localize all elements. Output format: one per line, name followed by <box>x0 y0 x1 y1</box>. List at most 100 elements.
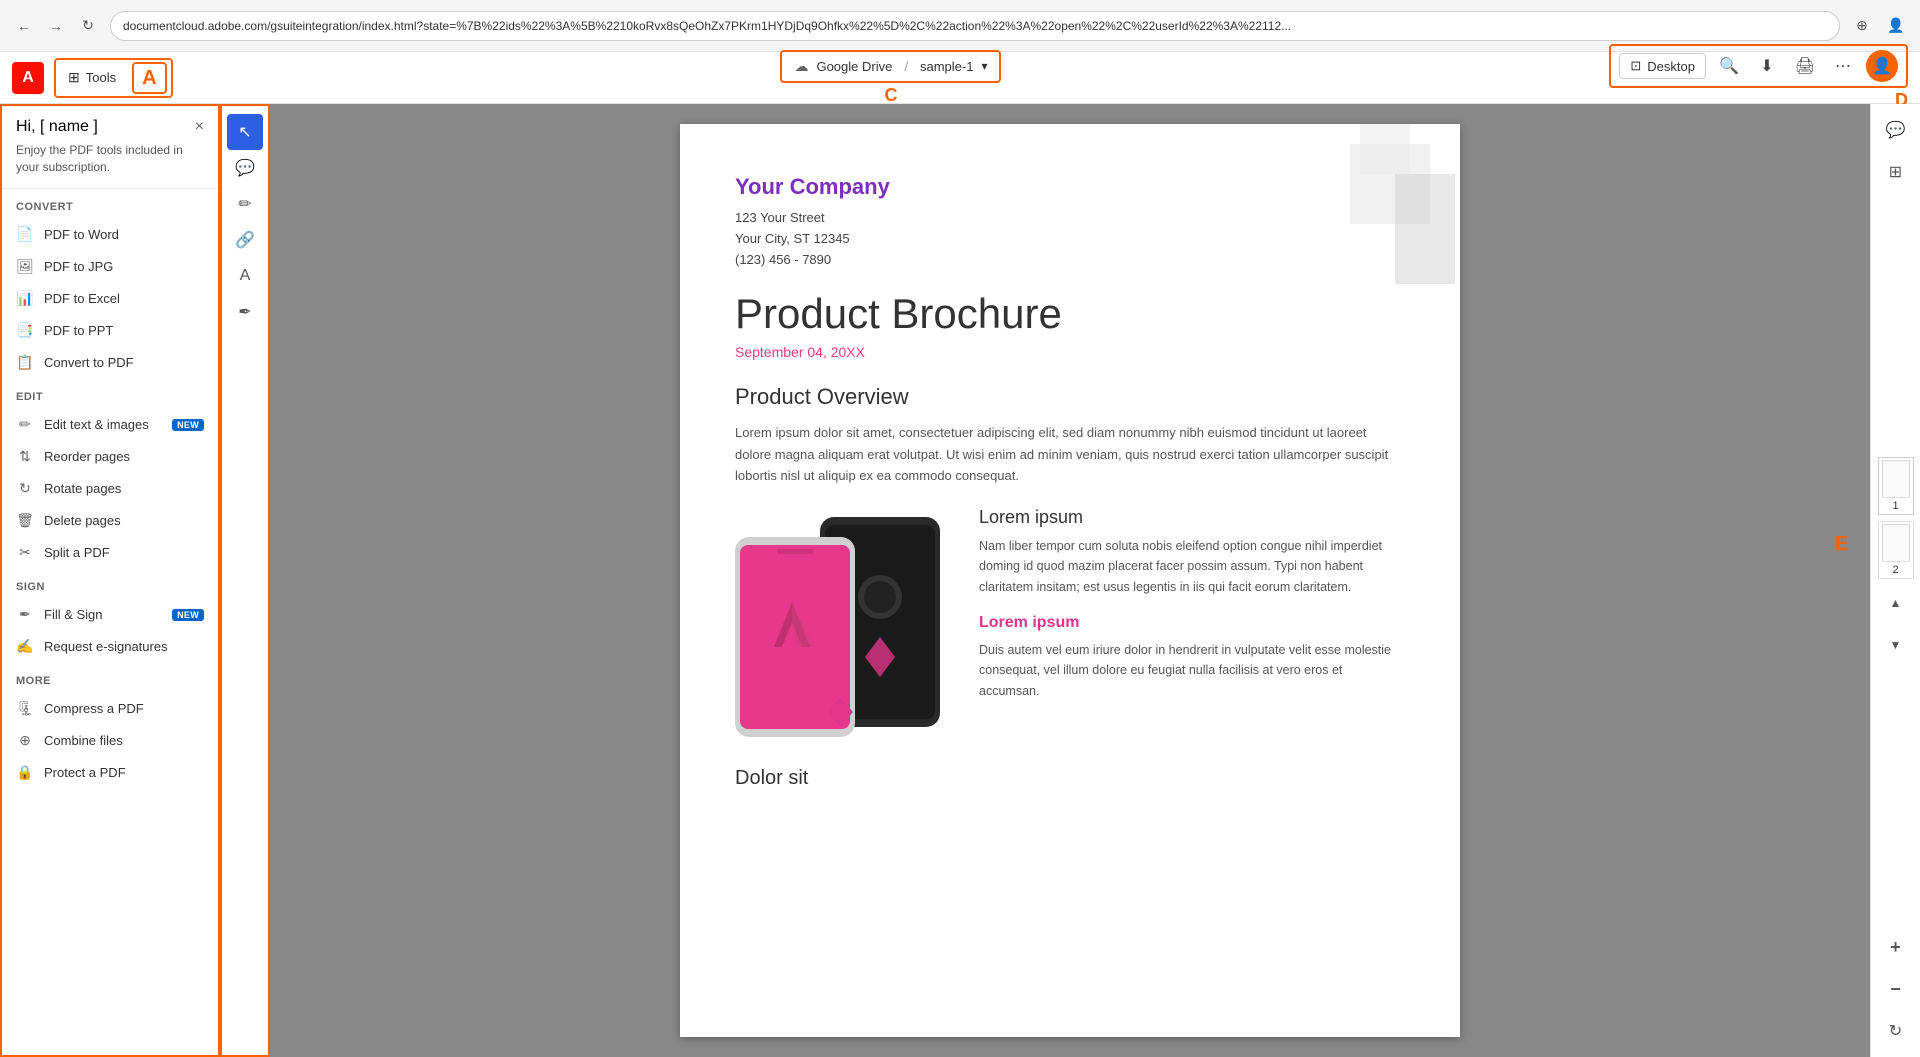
sidebar-item-request-esignatures[interactable]: ✍Request e-signatures <box>2 631 218 663</box>
sidebar-item-reorder-pages[interactable]: ⇅ Reorder pages <box>2 441 218 473</box>
page2-num: 2 <box>1892 564 1898 576</box>
edit-text-images-badge: NEW <box>172 419 204 431</box>
adobe-toolbar: A ⊞ Tools A ☁ Google Drive / sample-1 ▾ … <box>0 52 1920 104</box>
sign-section-label: SIGN <box>2 569 218 599</box>
convert-items: 📄 PDF to Word 🖼PDF to JPG📊PDF to Excel📑PDF… <box>2 219 218 379</box>
sidebar-item-fill-sign[interactable]: ✒Fill & SignNEW <box>2 599 218 631</box>
sidebar-header: Hi, [ name ] × <box>2 106 218 142</box>
drive-label: Google Drive <box>816 59 892 74</box>
annotation-c-label: C <box>884 85 897 106</box>
convert-to-pdf-icon: 📋 <box>16 354 34 372</box>
protect-pdf-label: Protect a PDF <box>44 765 204 780</box>
tool-draw-button[interactable]: ✏ <box>227 186 263 222</box>
comment-panel-button[interactable]: 💬 <box>1878 112 1914 148</box>
pdf-to-jpg-icon: 🖼 <box>16 258 34 276</box>
cloud-icon: ☁ <box>794 58 808 75</box>
profile-button[interactable]: 👤 <box>1882 12 1910 40</box>
desktop-button[interactable]: ⊡ Desktop <box>1619 53 1706 79</box>
back-button[interactable]: ← <box>10 12 38 40</box>
breadcrumb-separator: / <box>904 59 908 74</box>
desktop-icon: ⊡ <box>1630 58 1641 74</box>
pdf-area[interactable]: Your Company 123 Your Street Your City, … <box>270 104 1870 1057</box>
refresh-button[interactable]: ↻ <box>74 12 102 40</box>
tool-text-select-button[interactable]: A <box>227 258 263 294</box>
more-button[interactable]: ⋯ <box>1828 51 1858 81</box>
pdf-to-word-icon: 📄 <box>16 226 34 244</box>
text-col: Lorem ipsum Nam liber tempor cum soluta … <box>979 507 1405 747</box>
request-esignatures-icon: ✍ <box>16 638 34 656</box>
two-col-section: Lorem ipsum Nam liber tempor cum soluta … <box>735 507 1405 747</box>
tool-buttons: ↖💬✏🔗A✒ <box>227 114 263 330</box>
sidebar-item-pdf-to-word[interactable]: 📄 PDF to Word <box>2 219 218 251</box>
print-button[interactable]: 🖨 <box>1790 51 1820 81</box>
split-pdf-label: Split a PDF <box>44 545 204 560</box>
tool-signature-button[interactable]: ✒ <box>227 294 263 330</box>
fill-sign-icon: ✒ <box>16 606 34 624</box>
split-pdf-icon: ✂ <box>16 544 34 562</box>
sidebar-item-rotate-pages[interactable]: ↻Rotate pages <box>2 473 218 505</box>
filename-chevron: ▾ <box>981 59 987 73</box>
zoom-out-button[interactable]: − <box>1878 971 1914 1007</box>
pdf-to-word-label: PDF to Word <box>44 227 204 242</box>
convert-section-label: CONVERT <box>2 189 218 219</box>
combine-files-icon: ⊕ <box>16 732 34 750</box>
doc-selector[interactable]: ☁ Google Drive / sample-1 ▾ <box>780 50 1001 83</box>
page-1-thumb[interactable]: 1 <box>1878 457 1914 515</box>
lorem-title: Lorem ipsum <box>979 507 1405 528</box>
edit-items: ✏Edit text & imagesNEW⇅Reorder pages↻Rot… <box>2 409 218 569</box>
browser-actions: ⊕ 👤 <box>1848 12 1910 40</box>
sidebar-item-pdf-to-excel[interactable]: 📊PDF to Excel <box>2 283 218 315</box>
tools-label: Tools <box>86 70 116 85</box>
brochure-title: Product Brochure <box>735 290 1405 338</box>
sidebar-item-split-pdf[interactable]: ✂ Split a PDF <box>2 537 218 569</box>
tools-tab[interactable]: ⊞ Tools <box>60 65 124 90</box>
phone-image-col <box>735 507 955 747</box>
rotate-pages-label: Rotate pages <box>44 481 204 496</box>
main-layout: Hi, [ name ] × Enjoy the PDF tools inclu… <box>0 104 1920 1057</box>
phone-container <box>735 507 955 747</box>
edit-text-images-label: Edit text & images <box>44 417 162 432</box>
extensions-button[interactable]: ⊕ <box>1848 12 1876 40</box>
delete-pages-icon: 🗑 <box>16 512 34 530</box>
sidebar-item-combine-files[interactable]: ⊕Combine files <box>2 725 218 757</box>
fill-sign-label: Fill & Sign <box>44 607 162 622</box>
sidebar-item-delete-pages[interactable]: 🗑Delete pages <box>2 505 218 537</box>
user-name: [ name ] <box>40 118 98 135</box>
sidebar-greeting-text: Hi, [ name ] <box>16 118 98 136</box>
left-sidebar: Hi, [ name ] × Enjoy the PDF tools inclu… <box>0 104 220 1057</box>
sidebar-item-compress-pdf[interactable]: 🗜Compress a PDF <box>2 693 218 725</box>
pdf-to-ppt-label: PDF to PPT <box>44 323 204 338</box>
sidebar-item-protect-pdf[interactable]: 🔒Protect a PDF <box>2 757 218 789</box>
pdf-page: Your Company 123 Your Street Your City, … <box>680 124 1460 1037</box>
scroll-down-button[interactable]: ▼ <box>1878 627 1914 663</box>
right-panel: 💬 ⊞ 1 2 ▲ ▼ + − ↻ E <box>1870 104 1920 1057</box>
brochure-date: September 04, 20XX <box>735 344 1405 360</box>
sidebar-item-convert-to-pdf[interactable]: 📋Convert to PDF <box>2 347 218 379</box>
download-button[interactable]: ⬇ <box>1752 51 1782 81</box>
sidebar-item-pdf-to-jpg[interactable]: 🖼PDF to JPG <box>2 251 218 283</box>
phone-svg <box>735 507 955 747</box>
sidebar-item-edit-text-images[interactable]: ✏Edit text & imagesNEW <box>2 409 218 441</box>
zoom-in-button[interactable]: + <box>1878 929 1914 965</box>
sidebar-item-pdf-to-ppt[interactable]: 📑PDF to PPT <box>2 315 218 347</box>
forward-button[interactable]: → <box>42 12 70 40</box>
reorder-pages-label: Reorder pages <box>44 449 204 464</box>
adobe-logo: A <box>12 62 44 94</box>
compress-pdf-label: Compress a PDF <box>44 701 204 716</box>
reorder-pages-icon: ⇅ <box>16 448 34 466</box>
address-bar[interactable]: documentcloud.adobe.com/gsuiteintegratio… <box>110 11 1840 41</box>
rotate-button[interactable]: ↻ <box>1878 1013 1914 1049</box>
scroll-up-button[interactable]: ▲ <box>1878 585 1914 621</box>
tool-comment-button[interactable]: 💬 <box>227 150 263 186</box>
grid-panel-button[interactable]: ⊞ <box>1878 154 1914 190</box>
lorem-pink-text: Duis autem vel eum iriure dolor in hendr… <box>979 640 1405 702</box>
sidebar-close-button[interactable]: × <box>195 118 204 136</box>
pdf-decoration <box>1280 124 1460 284</box>
search-button[interactable]: 🔍 <box>1714 51 1744 81</box>
tool-link-button[interactable]: 🔗 <box>227 222 263 258</box>
tool-select-button[interactable]: ↖ <box>227 114 263 150</box>
filename-label: sample-1 <box>920 59 973 74</box>
user-avatar[interactable]: 👤 <box>1866 50 1898 82</box>
page1-num: 1 <box>1892 500 1898 512</box>
page-2-thumb[interactable]: 2 <box>1878 521 1914 579</box>
